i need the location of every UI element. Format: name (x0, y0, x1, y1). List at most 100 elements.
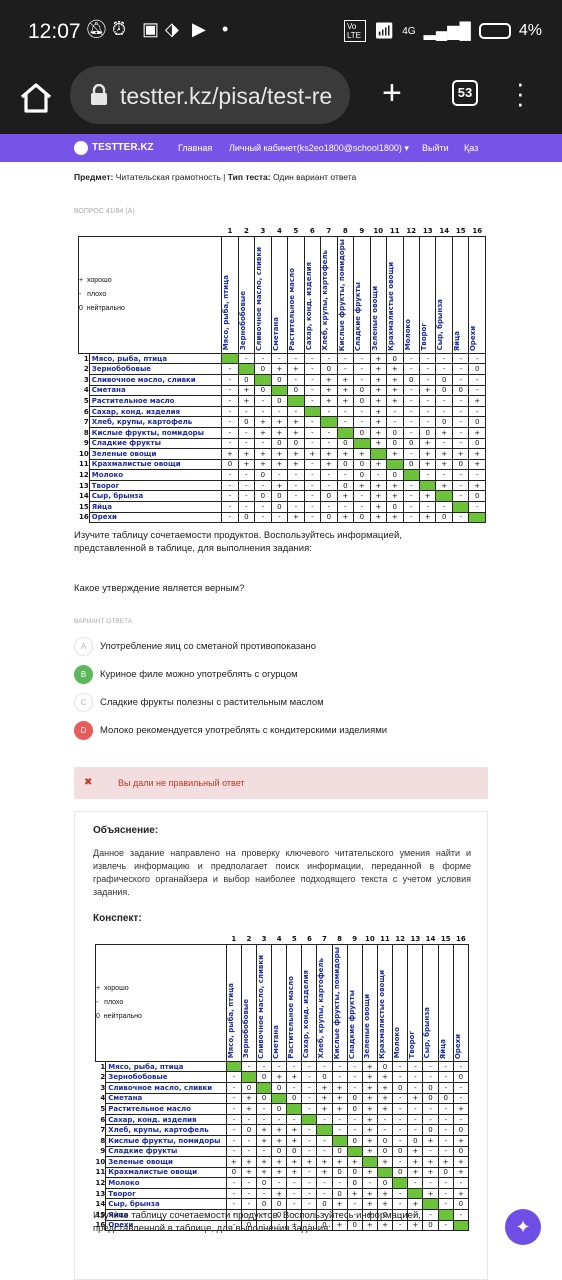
nav-language[interactable]: Қаз (464, 143, 478, 153)
table-cell: - (237, 469, 256, 481)
table-cell: - (451, 405, 470, 418)
table-cell: - (301, 1092, 318, 1105)
table-cell: + (287, 426, 305, 439)
table-cell: + (369, 501, 388, 513)
table-cell: + (271, 1166, 288, 1179)
row-label: Молоко (88, 469, 223, 481)
table-cell: + (468, 426, 486, 439)
column-header: Сыр, брынза (422, 943, 439, 1062)
table-cell: + (316, 1103, 333, 1115)
column-header-label: Сметана (271, 316, 280, 351)
row-number: 11 (79, 460, 89, 469)
row-number: 8 (100, 1136, 106, 1145)
table-cell: - (240, 1134, 258, 1147)
table-cell: - (287, 405, 305, 418)
table-cell: + (369, 352, 388, 365)
column-header-label: Растительное масло (288, 268, 297, 351)
table-cell: 0 (407, 1134, 424, 1147)
table-cell: + (369, 458, 388, 471)
table-cell: - (402, 352, 421, 365)
table-cell: 0 (452, 1071, 470, 1083)
table-cell: + (286, 1134, 303, 1147)
table-cell: - (303, 501, 322, 513)
table-cell: - (353, 363, 371, 375)
table-row: 5 Растительное масло - + -0- + +0 + + - - - - + (96, 1103, 470, 1115)
table-cell: + (316, 1081, 333, 1094)
table-cell: + (435, 426, 453, 439)
table-row: 9 Сладкие фрукты - - -0 0- -0 +0 0 + - -0 (79, 437, 486, 450)
table-cell: 0 (452, 1145, 470, 1158)
table-cell: - (254, 501, 272, 513)
table-cell: - (435, 363, 453, 375)
table-cell: 0 (255, 1198, 273, 1211)
table-cell: - (301, 1145, 318, 1158)
table-cell: - (402, 426, 421, 439)
table-cell: - (451, 373, 470, 386)
column-header-label: Растительное масло (287, 976, 296, 1059)
table-cell: + (468, 395, 486, 407)
tab-count-button[interactable]: 53 (452, 80, 478, 106)
table-row: 15 Яйца - - -0- - - - - +0- - - - (79, 501, 486, 513)
table-cell: + (361, 1092, 378, 1105)
signal-icon: ▂▄▆█ (423, 23, 471, 40)
column-header: Крахмалистые овощи (376, 943, 394, 1062)
col-number: 3 (261, 934, 267, 943)
table-cell: - (402, 501, 421, 513)
new-tab-icon[interactable]: + (382, 74, 402, 113)
table-cell: + (255, 1124, 273, 1136)
table-cell: 0 (392, 1081, 409, 1094)
row-number: 6 (100, 1115, 106, 1124)
table-cell: 0 (255, 1092, 273, 1105)
row-number: 13 (95, 1189, 106, 1198)
row-label: Растительное масло (88, 395, 223, 407)
row-label: Крахмалистые овощи (88, 458, 223, 471)
table-cell: - (392, 1124, 409, 1136)
url-bar[interactable]: testter.kz/pisa/test-re (70, 66, 350, 124)
column-header: Сметана (271, 943, 288, 1062)
table-cell: - (402, 448, 421, 460)
table-cell: + (376, 1198, 394, 1211)
column-header-label: Сливочное масло, сливки (255, 246, 264, 351)
site-navbar: TESTTER.KZ Главная Личный кабинет(ks2eo1… (0, 134, 562, 162)
table-cell (254, 373, 272, 386)
table-cell: 0 (320, 363, 338, 375)
row-number: 3 (100, 1083, 106, 1092)
question-number: ВОПРОС 41/84 (A) (74, 208, 135, 215)
option-b[interactable]: B Куриное филе можно употреблять с огурцо… (74, 665, 488, 687)
table-cell: - (240, 1145, 258, 1158)
table-cell: + (286, 1156, 303, 1168)
nav-logout[interactable]: Выйти (422, 143, 449, 153)
nav-cabinet[interactable]: Личный кабинет(ks2eo1800@school1800) ▾ (229, 143, 409, 154)
more-menu-icon[interactable]: · · · (516, 70, 525, 116)
table-cell: + (331, 1103, 348, 1115)
option-text: Употребление яиц со сметаной противопока… (100, 641, 317, 652)
table-cell: 0 (346, 1134, 363, 1147)
table-cell: - (320, 352, 338, 365)
table-cell: - (240, 1177, 258, 1189)
column-header: Мясо, рыба, птица (225, 943, 242, 1062)
column-header: Сахар, конд. изделия (303, 235, 322, 354)
option-a[interactable]: A Употребление яиц со сметаной противопок… (74, 637, 488, 659)
table-cell: - (221, 511, 239, 524)
table-cell: 0 (353, 458, 371, 471)
table-cell: + (369, 511, 388, 524)
table-cell: - (376, 1124, 394, 1136)
table-cell: 0 (346, 1103, 363, 1115)
home-icon[interactable] (18, 80, 54, 116)
table-row: 7 Хлеб, крупы, картофель -0 + + + - - - + - - -0-0 (96, 1124, 470, 1136)
column-header-label: Зеленые овощи (362, 994, 371, 1059)
option-c[interactable]: C Сладкие фрукты полезны с растительным м… (74, 693, 488, 715)
row-number: 1 (83, 354, 89, 363)
table-cell: - (468, 373, 486, 386)
table-cell: 0 (286, 1145, 303, 1158)
table-cell: + (376, 1156, 394, 1168)
table-cell: - (303, 416, 322, 428)
brand-name[interactable]: TESTTER.KZ (92, 142, 154, 153)
table-cell: - (221, 501, 239, 513)
table-cell: 0 (435, 384, 453, 397)
ai-assistant-button[interactable]: ✦ (505, 1209, 541, 1245)
row-number: 9 (83, 439, 89, 448)
option-d[interactable]: D Молоко рекомендуется употреблять с конд… (74, 721, 488, 743)
nav-home[interactable]: Главная (178, 143, 212, 153)
table-cell: - (225, 1187, 242, 1200)
